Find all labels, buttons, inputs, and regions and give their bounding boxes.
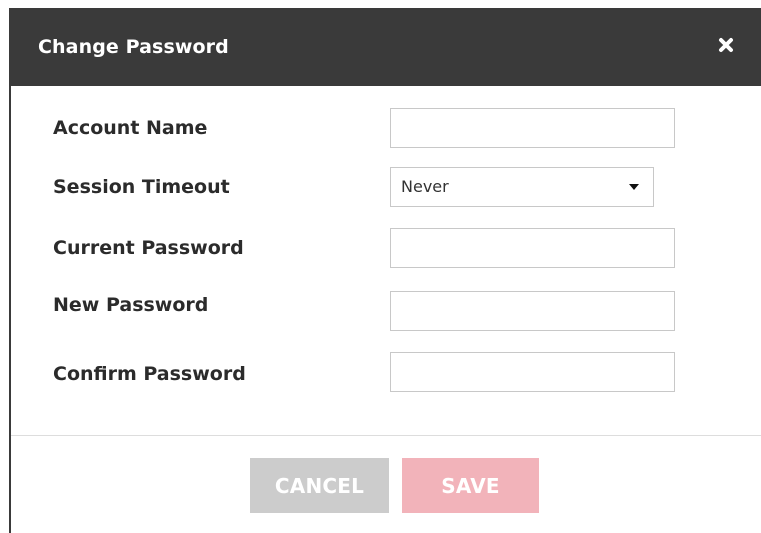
current-password-label: Current Password	[53, 237, 244, 259]
account-name-label: Account Name	[53, 117, 208, 139]
new-password-input[interactable]	[390, 291, 675, 331]
session-timeout-label: Session Timeout	[53, 176, 230, 198]
confirm-password-input[interactable]	[390, 352, 675, 392]
new-password-row: New Password	[11, 291, 761, 331]
current-password-row: Current Password	[11, 228, 761, 268]
account-name-input[interactable]	[390, 108, 675, 148]
confirm-password-label: Confirm Password	[53, 363, 246, 385]
current-password-input[interactable]	[390, 228, 675, 268]
account-name-row: Account Name	[11, 108, 761, 148]
cancel-button[interactable]: CANCEL	[250, 458, 389, 513]
caret-down-icon	[629, 184, 639, 190]
footer-divider	[11, 435, 761, 436]
session-timeout-row: Session Timeout Never	[11, 167, 761, 207]
confirm-password-row: Confirm Password	[11, 352, 761, 392]
close-button[interactable]	[711, 30, 741, 60]
session-timeout-select[interactable]: Never	[390, 167, 654, 207]
close-icon	[719, 38, 733, 52]
dialog-header: Change Password	[11, 8, 761, 86]
dialog-title: Change Password	[38, 36, 229, 58]
save-button[interactable]: SAVE	[402, 458, 539, 513]
new-password-label: New Password	[53, 294, 209, 316]
change-password-dialog: Change Password Account Name Session Tim…	[9, 8, 761, 533]
session-timeout-value: Never	[401, 177, 449, 196]
